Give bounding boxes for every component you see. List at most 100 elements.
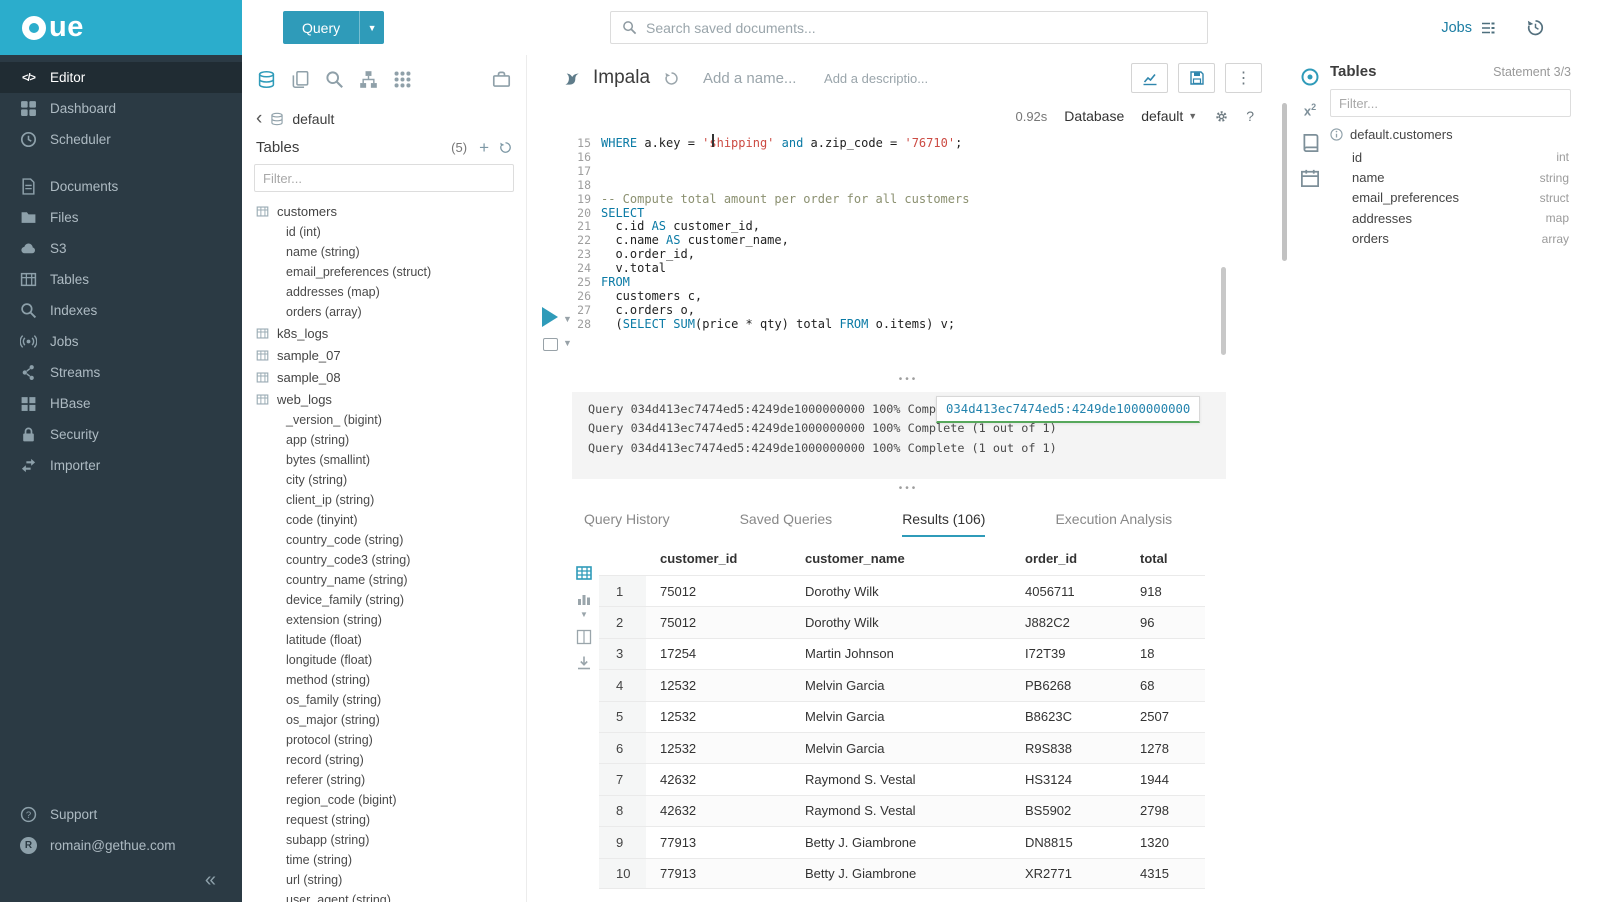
table-item-web_logs[interactable]: web_logs [256,388,526,410]
code-text[interactable]: c.orders o, [601,304,695,318]
result-row[interactable]: 612532Melvin GarciaR9S8381278 [599,732,1205,763]
right-column-item[interactable]: idint [1330,147,1571,167]
execute-options-caret-icon[interactable]: ▼ [563,314,572,324]
sidebar-item-indexes[interactable]: Indexes [0,295,242,326]
result-row[interactable]: 842632Raymond S. VestalBS59022798 [599,795,1205,826]
gear-icon[interactable] [1214,109,1229,124]
code-text[interactable]: customers c, [601,290,702,304]
column-item[interactable]: os_major (string) [256,710,526,730]
sitemap-assist-icon[interactable] [359,70,378,89]
column-item[interactable]: time (string) [256,850,526,870]
table-item-sample_08[interactable]: sample_08 [256,366,526,388]
code-text[interactable]: v.total [601,262,666,276]
documents-assist-icon[interactable] [291,70,310,89]
result-row[interactable]: 1077913Betty J. GiambroneXR27714315 [599,858,1205,889]
columns-toggle-icon[interactable] [576,629,592,645]
code-text[interactable]: c.name AS customer_name, [601,234,789,248]
table-item-sample_07[interactable]: sample_07 [256,344,526,366]
active-table-item[interactable]: default.customers [1330,127,1571,142]
column-header-customer_name[interactable]: customer_name [791,551,1011,566]
sidebar-item-documents[interactable]: Documents [0,171,242,202]
column-item[interactable]: user_agent (string) [256,890,526,902]
editor-assistant-icon[interactable] [1300,67,1320,87]
column-item[interactable]: country_code3 (string) [256,550,526,570]
search-input[interactable] [646,20,1196,36]
new-query-button[interactable]: Query ▼ [283,11,384,44]
database-selector[interactable]: default▼ [1141,108,1197,124]
column-header-total[interactable]: total [1126,551,1205,566]
result-row[interactable]: 275012Dorothy WilkJ882C296 [599,606,1205,637]
column-item[interactable]: email_preferences (struct) [256,262,526,282]
sidebar-item-editor[interactable]: </>Editor [0,62,242,93]
column-item[interactable]: region_code (bigint) [256,790,526,810]
column-item[interactable]: device_family (string) [256,590,526,610]
save-button[interactable] [1178,63,1215,93]
table-filter-input[interactable] [263,171,505,186]
column-item[interactable]: url (string) [256,870,526,890]
storage-assist-icon[interactable] [492,70,511,89]
sidebar-item-s3[interactable]: S3 [0,233,242,264]
sidebar-item-streams[interactable]: Streams [0,357,242,388]
result-settings-icon[interactable] [543,338,558,351]
bar-chart-icon[interactable] [576,591,592,607]
search-assist-icon[interactable] [325,70,344,89]
editor-scrollbar[interactable] [1282,103,1287,261]
sidebar-item-support[interactable]: ? Support [0,799,242,830]
functions-icon[interactable]: x2 [1304,102,1316,118]
tab-query-history[interactable]: Query History [584,503,670,537]
code-text[interactable]: SELECT [601,207,644,221]
back-chevron-icon[interactable]: ‹ [256,109,262,128]
right-column-item[interactable]: addressesmap [1330,208,1571,228]
column-item[interactable]: protocol (string) [256,730,526,750]
sidebar-item-scheduler[interactable]: Scheduler [0,124,242,155]
result-settings-caret-icon[interactable]: ▼ [563,338,572,348]
grid-view-icon[interactable] [576,565,592,581]
column-item[interactable]: country_code (string) [256,530,526,550]
column-item[interactable]: country_name (string) [256,570,526,590]
code-text[interactable]: FROM [601,276,630,290]
column-header-customer_id[interactable]: customer_id [646,551,791,566]
add-table-icon[interactable]: + [479,139,489,156]
column-item[interactable]: code (tinyint) [256,510,526,530]
column-item[interactable]: subapp (string) [256,830,526,850]
apps-assist-icon[interactable] [393,70,412,89]
tab-results-106-[interactable]: Results (106) [902,503,985,537]
download-icon[interactable] [576,655,592,671]
right-column-item[interactable]: namestring [1330,167,1571,187]
panel-resize-handle[interactable]: ••• [527,483,1290,494]
code-text[interactable]: (SELECT SUM(price * qty) total FROM o.it… [601,318,955,332]
breadcrumb-database[interactable]: default [292,111,334,127]
chart-button[interactable] [1131,63,1168,93]
query-id-popover[interactable]: 034d413ec7474ed5:4249de1000000000 [936,396,1200,423]
history-icon[interactable] [1526,18,1545,37]
result-row[interactable]: 412532Melvin GarciaPB626868 [599,669,1205,700]
column-item[interactable]: extension (string) [256,610,526,630]
tab-execution-analysis[interactable]: Execution Analysis [1055,503,1172,537]
code-text[interactable]: o.order_id, [601,248,695,262]
column-item[interactable]: os_family (string) [256,690,526,710]
column-header-order_id[interactable]: order_id [1011,551,1126,566]
column-item[interactable]: app (string) [256,430,526,450]
refresh-tables-icon[interactable] [499,141,512,154]
language-reference-icon[interactable] [1300,133,1320,153]
query-dropdown-caret-icon[interactable]: ▼ [359,11,384,44]
sidebar-item-jobs[interactable]: Jobs [0,326,242,357]
column-item[interactable]: longitude (float) [256,650,526,670]
column-item[interactable]: _version_ (bigint) [256,410,526,430]
column-item[interactable]: bytes (smallint) [256,450,526,470]
query-name-input[interactable] [703,70,798,87]
column-item[interactable]: id (int) [256,222,526,242]
result-row[interactable]: 317254Martin JohnsonI72T3918 [599,638,1205,669]
code-text[interactable]: WHERE a.key = 'shipping' and a.zip_code … [601,137,962,151]
table-item-customers[interactable]: customers [256,200,526,222]
sidebar-collapse-button[interactable]: « [0,861,242,894]
tab-saved-queries[interactable]: Saved Queries [740,503,833,537]
help-icon[interactable]: ? [1246,108,1254,124]
schedule-icon[interactable] [1300,168,1320,188]
column-item[interactable]: referer (string) [256,770,526,790]
hue-logo[interactable]: ue [0,0,242,55]
column-item[interactable]: method (string) [256,670,526,690]
sidebar-item-tables[interactable]: Tables [0,264,242,295]
result-row[interactable]: 175012Dorothy Wilk4056711918 [599,575,1205,606]
sidebar-item-importer[interactable]: Importer [0,450,242,481]
